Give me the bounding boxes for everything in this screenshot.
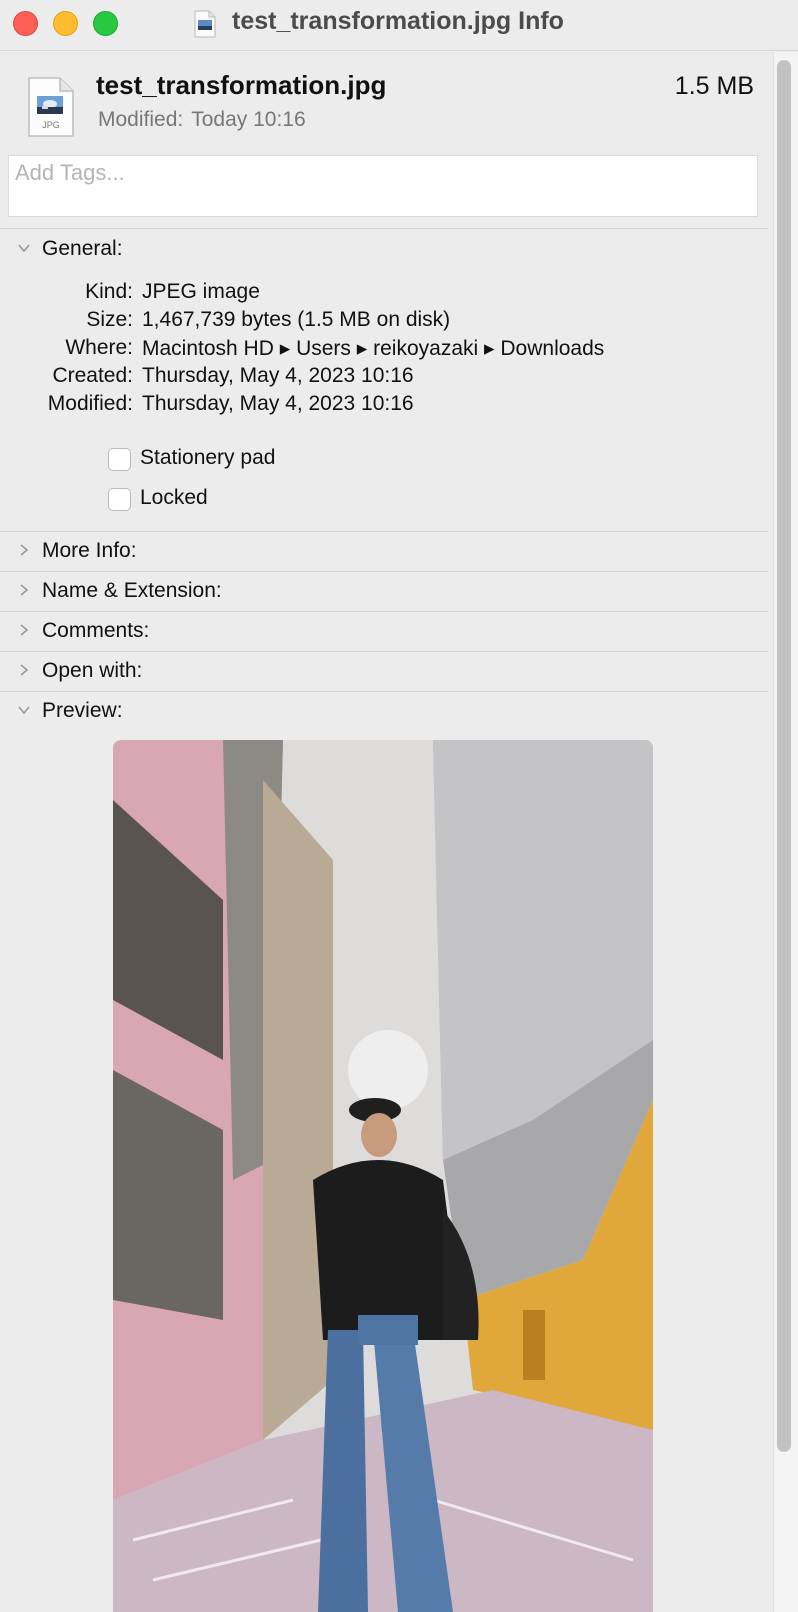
section-more-info[interactable]: More Info: xyxy=(0,534,768,573)
window-title: test_transformation.jpg Info xyxy=(232,7,564,35)
divider xyxy=(0,691,768,692)
section-label: More Info: xyxy=(42,539,137,562)
jpg-file-icon xyxy=(194,10,216,38)
info-value: Macintosh HD ▸ Users ▸ reikoyazaki ▸ Dow… xyxy=(142,337,605,360)
section-label: Comments: xyxy=(42,619,150,642)
divider xyxy=(0,571,768,572)
modified-value: Today 10:16 xyxy=(191,108,306,131)
preview-photo xyxy=(113,740,653,1612)
chevron-right-icon xyxy=(20,584,29,596)
info-value: Thursday, May 4, 2023 10:16 xyxy=(142,392,414,415)
checkbox-label: Locked xyxy=(140,486,208,509)
info-value: Thursday, May 4, 2023 10:16 xyxy=(142,364,414,387)
title-bar: test_transformation.jpg Info xyxy=(0,0,798,51)
section-comments[interactable]: Comments: xyxy=(0,614,768,653)
preview-image xyxy=(113,740,653,1612)
section-open-with[interactable]: Open with: xyxy=(0,654,768,693)
info-key: Created: xyxy=(52,364,133,387)
chevron-down-icon xyxy=(18,706,30,715)
section-name-extension[interactable]: Name & Extension: xyxy=(0,574,768,613)
info-key: Modified: xyxy=(47,392,133,415)
checkbox-box[interactable] xyxy=(108,448,131,471)
file-name: test_transformation.jpg xyxy=(96,70,387,100)
file-badge: JPG xyxy=(42,120,60,130)
info-value: 1,467,739 bytes (1.5 MB on disk) xyxy=(142,308,451,331)
checkbox-label: Stationery pad xyxy=(140,446,276,469)
close-button[interactable] xyxy=(13,11,38,36)
info-value: JPEG image xyxy=(142,280,260,303)
section-general[interactable]: General: xyxy=(0,232,768,271)
minimize-button[interactable] xyxy=(53,11,78,36)
info-row-size: Size: 1,467,739 bytes (1.5 MB on disk) xyxy=(0,308,768,334)
divider xyxy=(0,531,768,532)
section-label: Name & Extension: xyxy=(42,579,222,602)
info-row-created: Created: Thursday, May 4, 2023 10:16 xyxy=(0,364,768,390)
info-row-where: Where: Macintosh HD ▸ Users ▸ reikoyazak… xyxy=(0,336,768,362)
divider xyxy=(0,651,768,652)
section-label: General: xyxy=(42,237,123,260)
tags-input[interactable] xyxy=(8,155,758,217)
checkbox-box[interactable] xyxy=(108,488,131,511)
info-key: Where: xyxy=(65,336,133,359)
info-key: Size: xyxy=(86,308,133,331)
divider xyxy=(0,611,768,612)
file-size: 1.5 MB xyxy=(674,72,754,100)
chevron-right-icon xyxy=(20,544,29,556)
modified-summary: Modified: Today 10:16 xyxy=(98,108,306,132)
zoom-button[interactable] xyxy=(93,11,118,36)
info-row-kind: Kind: JPEG image xyxy=(0,280,768,306)
section-preview[interactable]: Preview: xyxy=(0,694,768,733)
info-row-modified: Modified: Thursday, May 4, 2023 10:16 xyxy=(0,392,768,418)
scrollbar-thumb[interactable] xyxy=(777,60,791,1452)
jpg-document-icon: JPG xyxy=(28,77,74,137)
info-key: Kind: xyxy=(85,280,133,303)
chevron-down-icon xyxy=(18,244,30,253)
divider xyxy=(0,228,768,229)
chevron-right-icon xyxy=(20,624,29,636)
section-label: Open with: xyxy=(42,659,143,682)
section-label: Preview: xyxy=(42,699,123,722)
chevron-right-icon xyxy=(20,664,29,676)
modified-label: Modified: xyxy=(98,108,184,131)
